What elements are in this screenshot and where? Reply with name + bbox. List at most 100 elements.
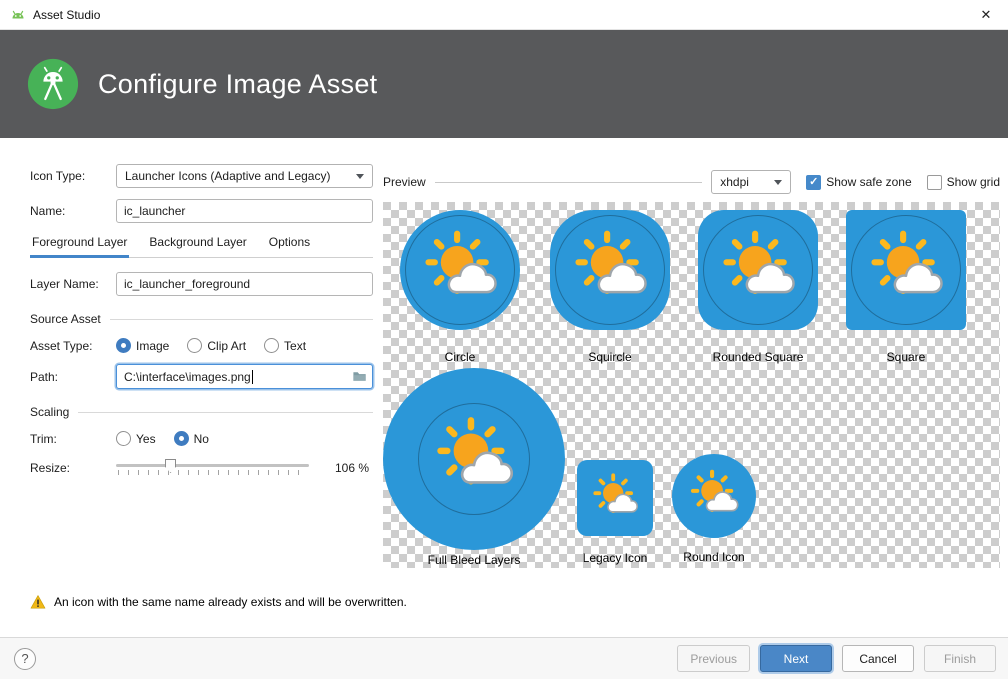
section-divider: [78, 412, 373, 413]
preview-label: Circle: [445, 350, 476, 364]
scaling-heading: Scaling: [30, 405, 69, 419]
preview-label: Square: [887, 350, 926, 364]
radio-image-label: Image: [136, 339, 169, 353]
name-input[interactable]: [116, 199, 373, 223]
tab-background-layer[interactable]: Background Layer: [147, 235, 248, 257]
preview-label: Round Icon: [683, 550, 744, 564]
text-caret: [252, 370, 253, 384]
tab-foreground-layer[interactable]: Foreground Layer: [30, 235, 129, 257]
preview-divider: [435, 182, 703, 183]
show-grid-checkbox[interactable]: Show grid: [927, 175, 1000, 190]
radio-trim-yes[interactable]: Yes: [116, 431, 156, 446]
title-bar: Asset Studio ✕: [0, 0, 1008, 30]
finish-button: Finish: [924, 645, 996, 672]
launcher-icon-round: [672, 454, 756, 538]
preview-item-square: Square: [846, 210, 966, 364]
show-safe-zone-label: Show safe zone: [826, 175, 911, 189]
radio-dot-icon: [174, 431, 189, 446]
radio-text[interactable]: Text: [264, 338, 306, 353]
dialog-buttons: Previous Next Cancel Finish: [677, 645, 996, 672]
path-label: Path:: [30, 370, 116, 384]
page-title: Configure Image Asset: [98, 69, 377, 100]
slider-track: [116, 464, 309, 467]
radio-dot-icon: [116, 338, 131, 353]
name-label: Name:: [30, 204, 116, 218]
android-studio-logo-icon: [26, 57, 80, 111]
footer-bar: ? Previous Next Cancel Finish: [0, 637, 1008, 679]
radio-dot-icon: [116, 431, 131, 446]
launcher-icon-squircle: [550, 210, 670, 330]
source-asset-heading: Source Asset: [30, 312, 101, 326]
preview-label: Legacy Icon: [583, 551, 648, 565]
slider-ticks: [118, 470, 307, 475]
layer-name-label: Layer Name:: [30, 277, 116, 291]
radio-yes-label: Yes: [136, 432, 156, 446]
trim-label: Trim:: [30, 432, 116, 446]
preview-heading: Preview: [383, 175, 426, 189]
radio-text-label: Text: [284, 339, 306, 353]
layer-name-input[interactable]: [116, 272, 373, 296]
launcher-icon-circle: [400, 210, 520, 330]
browse-folder-button[interactable]: [346, 365, 372, 388]
help-button[interactable]: ?: [14, 648, 36, 670]
icon-type-value: Launcher Icons (Adaptive and Legacy): [125, 169, 350, 183]
dialog-header: Configure Image Asset: [0, 30, 1008, 138]
warning-text: An icon with the same name already exist…: [54, 594, 407, 609]
warning-row: An icon with the same name already exist…: [0, 586, 1008, 637]
main-content: Icon Type: Launcher Icons (Adaptive and …: [0, 138, 1008, 586]
radio-trim-no[interactable]: No: [174, 431, 209, 446]
window-title: Asset Studio: [33, 8, 100, 22]
resize-slider[interactable]: [116, 457, 309, 479]
launcher-icon-square: [846, 210, 966, 330]
density-value: xhdpi: [720, 175, 768, 189]
preview-item-rounded-square: Rounded Square: [698, 210, 818, 364]
previous-button: Previous: [677, 645, 750, 672]
section-divider: [110, 319, 373, 320]
preview-canvas: Circle Squircle Rounded Square: [383, 202, 1000, 568]
launcher-icon-rounded-square: [698, 210, 818, 330]
radio-clip-art-label: Clip Art: [207, 339, 246, 353]
radio-clip-art[interactable]: Clip Art: [187, 338, 246, 353]
asset-type-label: Asset Type:: [30, 339, 116, 353]
trim-group: Yes No: [116, 431, 373, 446]
next-button[interactable]: Next: [760, 645, 832, 672]
preview-item-full-bleed: Full Bleed Layers: [383, 368, 565, 567]
show-safe-zone-checkbox[interactable]: ✓ Show safe zone: [806, 175, 911, 190]
path-value: C:\interface\images.png: [124, 370, 251, 384]
asset-type-group: Image Clip Art Text: [116, 338, 373, 353]
icon-type-select[interactable]: Launcher Icons (Adaptive and Legacy): [116, 164, 373, 188]
cancel-button[interactable]: Cancel: [842, 645, 914, 672]
layer-tabs: Foreground Layer Background Layer Option…: [30, 235, 373, 258]
warning-icon: [30, 594, 46, 610]
radio-image[interactable]: Image: [116, 338, 169, 353]
launcher-icon-full-bleed: [383, 368, 565, 550]
asset-studio-window: Asset Studio ✕ Configure Image Asset Ico: [0, 0, 1008, 679]
checkbox-unchecked-icon: [927, 175, 942, 190]
show-grid-label: Show grid: [947, 175, 1000, 189]
radio-dot-icon: [187, 338, 202, 353]
path-input[interactable]: C:\interface\images.png: [116, 364, 373, 389]
folder-icon: [352, 369, 367, 384]
preview-label: Squircle: [588, 350, 631, 364]
chevron-down-icon: [356, 174, 364, 179]
preview-header: Preview xhdpi ✓ Show safe zone Show grid: [383, 170, 1000, 194]
chevron-down-icon: [774, 180, 782, 185]
radio-no-label: No: [194, 432, 209, 446]
preview-label: Rounded Square: [713, 350, 804, 364]
preview-label: Full Bleed Layers: [428, 553, 521, 567]
preview-item-round: Round Icon: [654, 454, 774, 564]
resize-value: 106 %: [321, 461, 373, 475]
density-select[interactable]: xhdpi: [711, 170, 791, 194]
config-panel: Icon Type: Launcher Icons (Adaptive and …: [0, 138, 383, 586]
preview-item-circle: Circle: [400, 210, 520, 364]
preview-item-squircle: Squircle: [550, 210, 670, 364]
android-icon: [10, 7, 26, 23]
tab-options[interactable]: Options: [267, 235, 312, 257]
checkbox-checked-icon: ✓: [806, 175, 821, 190]
radio-dot-icon: [264, 338, 279, 353]
launcher-icon-legacy: [577, 460, 653, 536]
resize-label: Resize:: [30, 461, 116, 475]
preview-panel: Preview xhdpi ✓ Show safe zone Show grid: [383, 138, 1008, 586]
icon-type-label: Icon Type:: [30, 169, 116, 183]
close-icon[interactable]: ✕: [964, 0, 1008, 30]
